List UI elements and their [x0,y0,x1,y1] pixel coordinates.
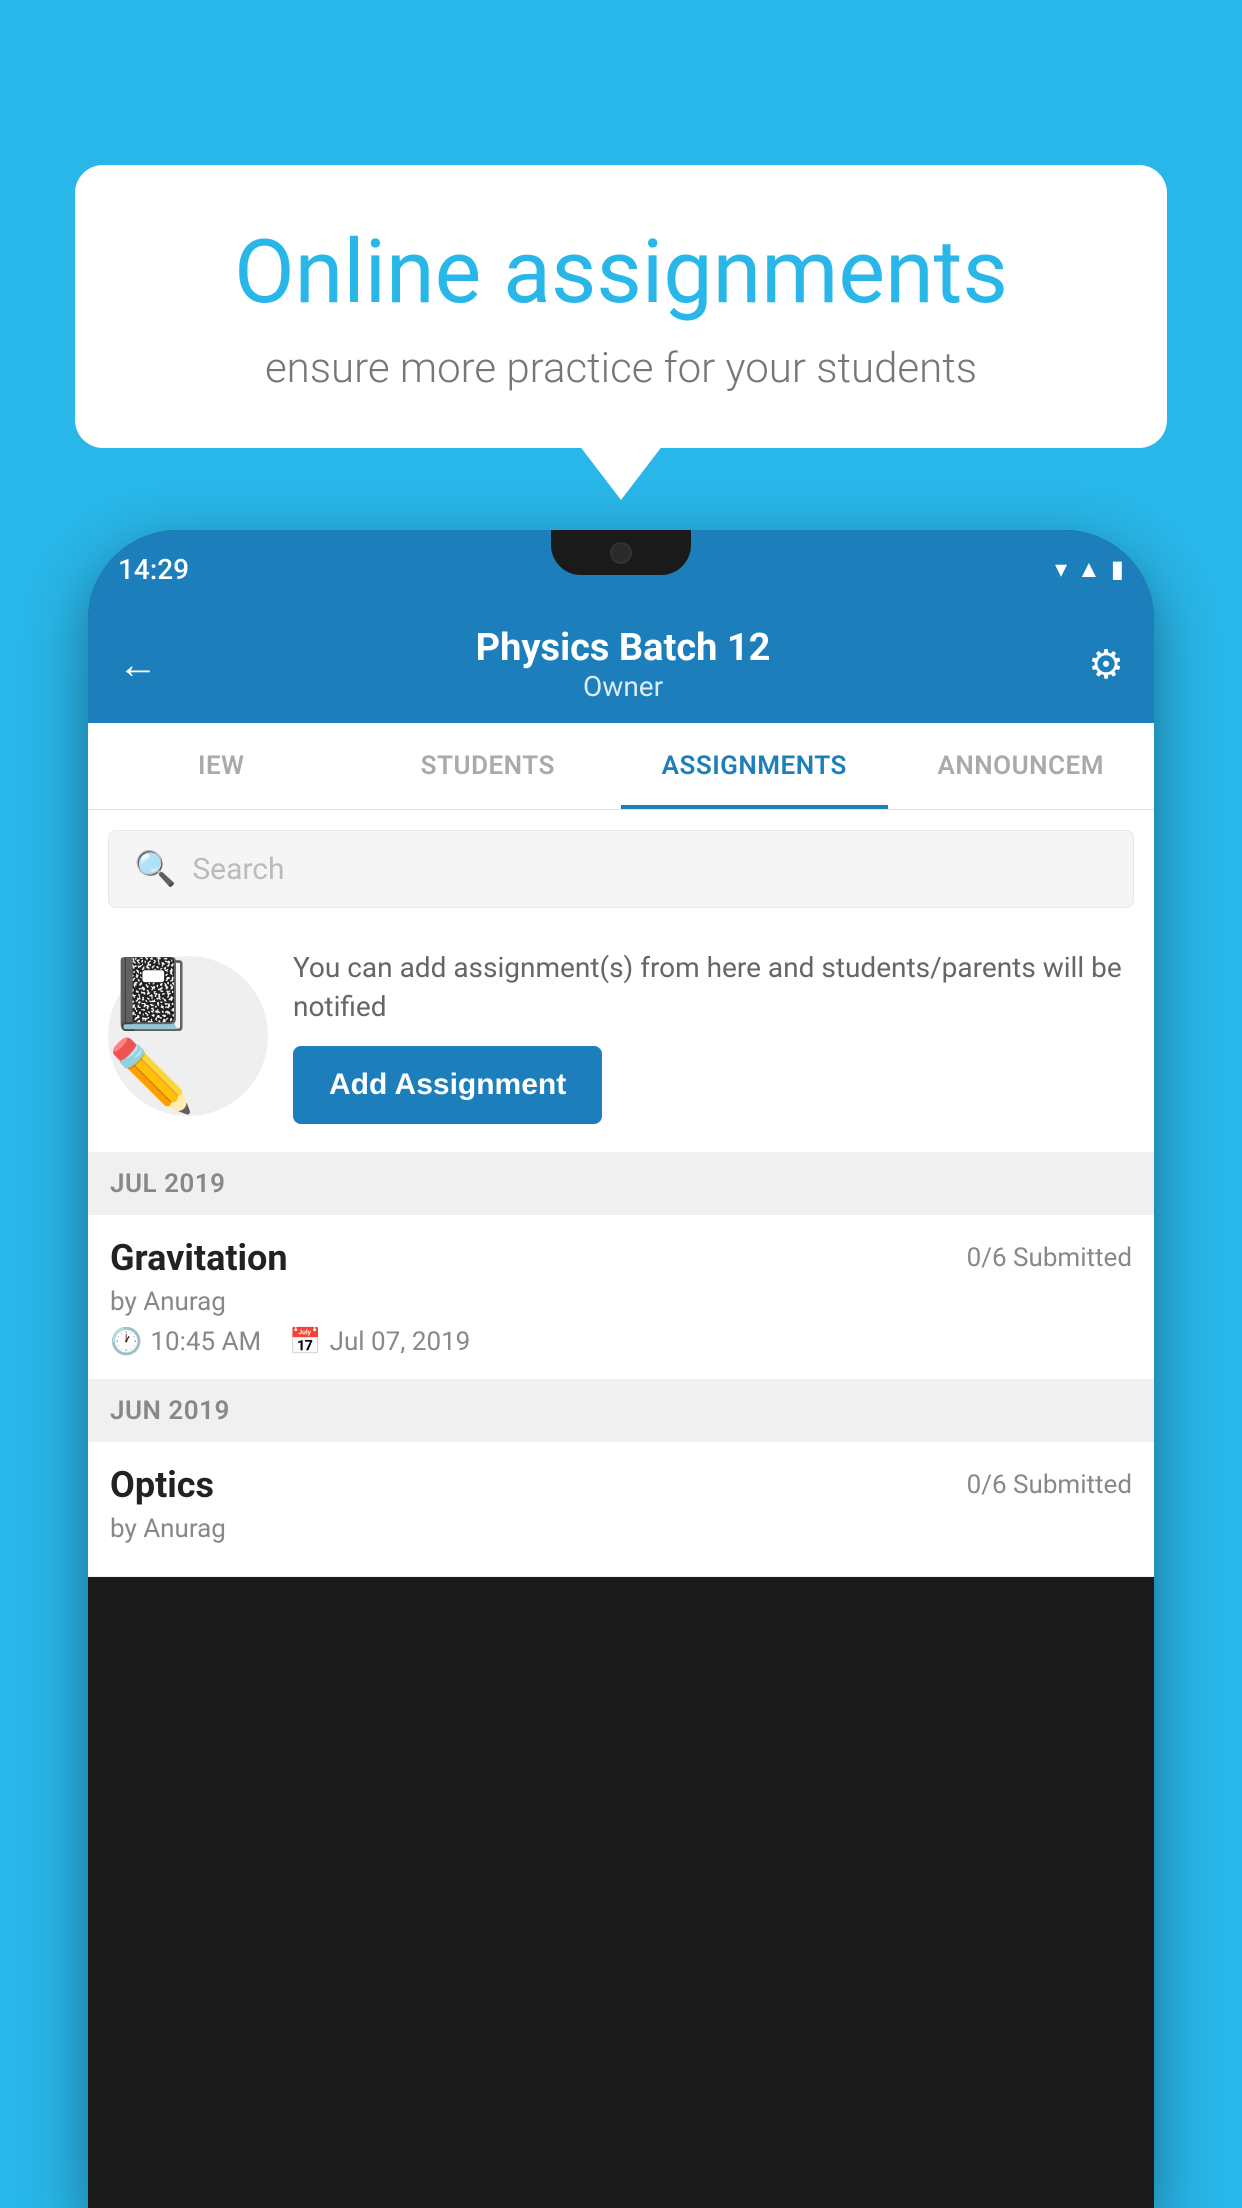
clock-icon: 🕐 [110,1327,142,1357]
speech-bubble-title: Online assignments [145,225,1097,322]
assignment-row1: Optics 0/6 Submitted [110,1464,1132,1506]
assignment-item-gravitation[interactable]: Gravitation 0/6 Submitted by Anurag 🕐 10… [88,1215,1154,1380]
wifi-icon: ▾ [1055,555,1067,583]
promo-section: 📓✏️ You can add assignment(s) from here … [88,928,1154,1153]
assignment-name: Optics [110,1464,214,1506]
phone-notch [551,530,691,575]
assignment-row1: Gravitation 0/6 Submitted [110,1237,1132,1279]
speech-bubble-card: Online assignments ensure more practice … [75,165,1167,448]
settings-gear-icon[interactable]: ⚙ [1088,641,1124,688]
search-placeholder: Search [192,852,284,887]
add-assignment-button[interactable]: Add Assignment [293,1046,602,1124]
section-header-jul: JUL 2019 [88,1153,1154,1215]
app-header: ← Physics Batch 12 Owner ⚙ [88,608,1154,723]
search-icon: 🔍 [134,849,176,889]
tab-assignments[interactable]: ASSIGNMENTS [621,723,888,809]
assignment-submitted: 0/6 Submitted [967,1470,1132,1500]
assignment-date: 📅 Jul 07, 2019 [289,1327,470,1357]
status-time: 14:29 [118,553,189,586]
tab-bar: IEW STUDENTS ASSIGNMENTS ANNOUNCEM [88,723,1154,810]
tab-students[interactable]: STUDENTS [355,723,622,809]
battery-icon: ▮ [1111,555,1124,583]
back-button[interactable]: ← [118,641,158,688]
assignment-author: by Anurag [110,1287,1132,1317]
status-bar: 14:29 ▾ ▲ ▮ [88,530,1154,608]
tab-announcements[interactable]: ANNOUNCEM [888,723,1155,809]
assignment-time: 🕐 10:45 AM [110,1327,261,1357]
notebook-icon: 📓✏️ [108,954,268,1118]
batch-title: Physics Batch 12 [476,626,771,670]
promo-icon-circle: 📓✏️ [108,956,268,1116]
section-header-jun: JUN 2019 [88,1380,1154,1442]
phone-camera [610,542,632,564]
signal-icon: ▲ [1077,555,1101,584]
phone-device: 14:29 ▾ ▲ ▮ ← Physics Batch 12 Owner ⚙ I… [88,530,1154,2208]
tab-iew[interactable]: IEW [88,723,355,809]
batch-subtitle: Owner [476,670,771,703]
assignment-meta: 🕐 10:45 AM 📅 Jul 07, 2019 [110,1327,1132,1357]
speech-bubble-subtitle: ensure more practice for your students [145,344,1097,393]
promo-description: You can add assignment(s) from here and … [293,948,1134,1026]
assignment-name: Gravitation [110,1237,288,1279]
status-icons: ▾ ▲ ▮ [1055,555,1124,584]
phone-screen: 🔍 Search 📓✏️ You can add assignment(s) f… [88,810,1154,1577]
promo-text-area: You can add assignment(s) from here and … [293,948,1134,1124]
calendar-icon: 📅 [289,1327,321,1357]
search-bar[interactable]: 🔍 Search [108,830,1134,908]
assignment-item-optics[interactable]: Optics 0/6 Submitted by Anurag [88,1442,1154,1577]
header-center: Physics Batch 12 Owner [476,626,771,703]
assignment-submitted: 0/6 Submitted [967,1243,1132,1273]
assignment-author: by Anurag [110,1514,1132,1544]
